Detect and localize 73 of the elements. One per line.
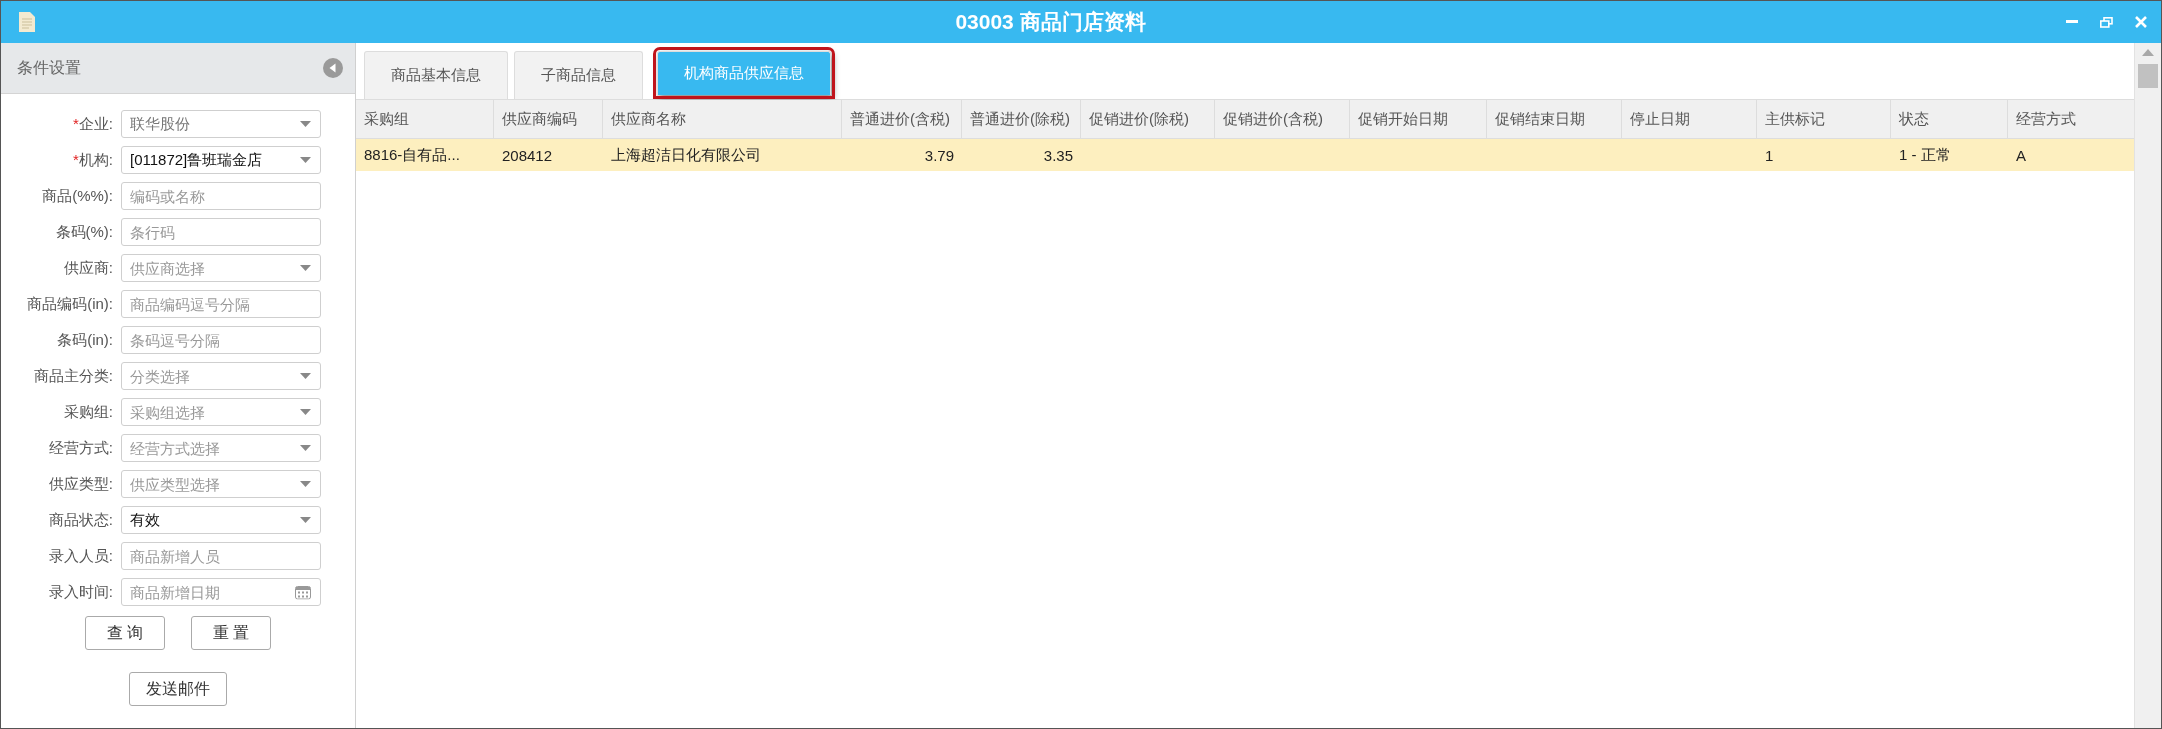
- dropdown-caret-icon: [300, 157, 311, 163]
- dropdown-caret-icon: [300, 265, 311, 271]
- dropdown-field[interactable]: 经营方式选择: [121, 434, 321, 462]
- table-cell-text: 1 - 正常: [1898, 144, 1952, 165]
- table-cell-text: 208412: [501, 145, 554, 166]
- column-header[interactable]: 主供标记: [1757, 100, 1891, 139]
- field-label: *机构:: [72, 150, 113, 170]
- minimize-icon[interactable]: [2066, 20, 2078, 24]
- close-icon[interactable]: [2135, 16, 2147, 28]
- table-cell-text: 3.35: [1042, 145, 1074, 166]
- dropdown-field[interactable]: 有效: [121, 506, 321, 534]
- field-label: 商品主分类:: [32, 366, 113, 386]
- tab[interactable]: 子商品信息: [514, 51, 643, 99]
- dropdown-caret-icon: [300, 481, 311, 487]
- table-cell-text: 8816-自有品...: [363, 144, 461, 165]
- query-button[interactable]: 查 询: [85, 616, 165, 650]
- column-header[interactable]: 促销开始日期: [1350, 100, 1487, 139]
- column-header[interactable]: 状态: [1891, 100, 2008, 139]
- table-cell-text: A: [2015, 145, 2027, 166]
- dropdown-field[interactable]: [011872]鲁班瑞金店: [121, 146, 321, 174]
- document-icon: [19, 12, 35, 32]
- field-label: 录入人员:: [47, 546, 113, 566]
- input-field[interactable]: 条码逗号分隔: [121, 326, 321, 354]
- scroll-thumb[interactable]: [2138, 64, 2158, 88]
- dropdown-caret-icon: [300, 445, 311, 451]
- column-header[interactable]: 供应商编码: [494, 100, 603, 139]
- column-header[interactable]: 采购组: [356, 100, 494, 139]
- date-field[interactable]: 商品新增日期: [121, 578, 321, 606]
- field-label: 录入时间:: [47, 582, 113, 602]
- table-cell-text: 3.79: [923, 145, 955, 166]
- dropdown-field[interactable]: 供应商选择: [121, 254, 321, 282]
- window-title: 03003 商品门店资料: [954, 9, 1147, 35]
- table-cell-text: 上海超洁日化有限公司: [610, 144, 762, 165]
- table-row[interactable]: 8816-自有品... 208412 上海超洁日化有限公司 3.79 3.35 1 1 - 正常 A: [356, 139, 2134, 171]
- tab[interactable]: 商品基本信息: [364, 51, 508, 99]
- scroll-up-icon[interactable]: [2142, 49, 2154, 56]
- scrollbar[interactable]: [2134, 43, 2161, 728]
- restore-icon[interactable]: [2100, 16, 2113, 28]
- column-header[interactable]: 促销进价(含税): [1215, 100, 1350, 139]
- dropdown-field[interactable]: 分类选择: [121, 362, 321, 390]
- field-label: 商品(%%):: [41, 186, 113, 206]
- field-label: *企业:: [72, 114, 113, 134]
- column-header[interactable]: 促销结束日期: [1487, 100, 1622, 139]
- dropdown-field[interactable]: 供应类型选择: [121, 470, 321, 498]
- reset-button[interactable]: 重 置: [191, 616, 271, 650]
- column-header[interactable]: 普通进价(除税): [962, 100, 1081, 139]
- column-header[interactable]: 经营方式: [2008, 100, 2136, 139]
- column-header[interactable]: 促销进价(除税): [1081, 100, 1215, 139]
- field-label: 供应类型:: [47, 474, 113, 494]
- field-label: 商品状态:: [47, 510, 113, 530]
- dropdown-caret-icon: [300, 409, 311, 415]
- column-header[interactable]: 供应商名称: [603, 100, 842, 139]
- input-field[interactable]: 条行码: [121, 218, 321, 246]
- input-field[interactable]: 商品新增人员: [121, 542, 321, 570]
- table-cell-text: 1: [1764, 145, 1775, 166]
- column-header[interactable]: 停止日期: [1622, 100, 1757, 139]
- calendar-icon[interactable]: [295, 584, 311, 600]
- column-header[interactable]: 普通进价(含税): [842, 100, 962, 139]
- panel-title: 条件设置: [17, 57, 81, 78]
- collapse-icon[interactable]: [323, 58, 343, 78]
- field-label: 商品编码(in):: [26, 294, 113, 314]
- dropdown-caret-icon: [300, 373, 311, 379]
- input-field[interactable]: 商品编码逗号分隔: [121, 290, 321, 318]
- dropdown-caret-icon: [300, 517, 311, 523]
- send-mail-button[interactable]: 发送邮件: [129, 672, 227, 706]
- input-field[interactable]: 编码或名称: [121, 182, 321, 210]
- dropdown-field[interactable]: 采购组选择: [121, 398, 321, 426]
- field-label: 经营方式:: [47, 438, 113, 458]
- field-label: 条码(in):: [56, 330, 113, 350]
- field-label: 采购组:: [62, 402, 113, 422]
- dropdown-caret-icon: [300, 121, 311, 127]
- field-label: 供应商:: [62, 258, 113, 278]
- field-label: 条码(%):: [54, 222, 113, 242]
